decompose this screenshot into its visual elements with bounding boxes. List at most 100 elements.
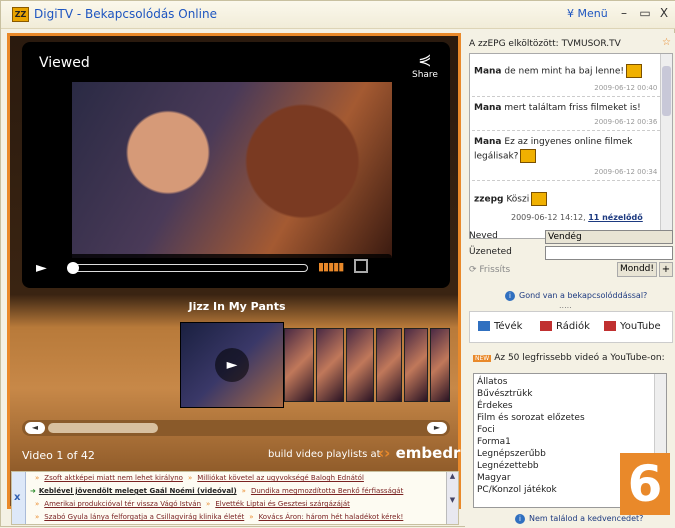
message-field[interactable]: [545, 246, 673, 260]
minimize-button[interactable]: –: [615, 4, 633, 22]
list-item[interactable]: Foci: [477, 424, 495, 436]
news-ticker: x » Zsoft aktképei miatt nem lehet király…: [11, 471, 459, 525]
thumbnail-play-icon[interactable]: ►: [215, 348, 249, 382]
carousel-scroll-thumb[interactable]: [48, 423, 158, 433]
list-item[interactable]: Legnépszerűbb: [477, 448, 546, 460]
number-badge: 6: [620, 453, 670, 515]
list-item[interactable]: Forma1: [477, 436, 511, 448]
not-found-link[interactable]: i Nem találod a kedvencedet?: [515, 514, 643, 524]
volume-icon[interactable]: ▮▮▮▮▮: [318, 260, 344, 273]
scroll-left-icon[interactable]: ◄: [25, 422, 45, 434]
carousel-thumbnail[interactable]: [284, 328, 314, 402]
embedr-mark-icon: ‹›: [378, 444, 391, 462]
help-link[interactable]: i Gond van a bekapcsolóddással?: [505, 291, 647, 301]
list-item[interactable]: PC/Konzol játékok: [477, 484, 557, 496]
chat-text: mert találtam friss filmeket is!: [504, 103, 641, 113]
news-row: » Zsoft aktképei miatt nem lehet királyno…: [35, 474, 364, 482]
news-scrollbar[interactable]: ▲ ▼: [446, 472, 458, 524]
embedr-logo[interactable]: ‹› embedr: [378, 444, 460, 462]
maximize-button[interactable]: ▭: [636, 4, 654, 22]
close-button[interactable]: X: [655, 4, 673, 22]
player-controls: ► ▮▮▮▮▮: [30, 254, 392, 282]
chat-text: de nem mint ha baj lenne!: [504, 66, 624, 77]
news-close-button[interactable]: x: [14, 492, 20, 503]
tv-icon: [478, 321, 490, 331]
video-count: Video 1 of 42: [22, 449, 95, 462]
tab-radiok[interactable]: Rádiók: [540, 321, 590, 332]
news-link[interactable]: Amerikai produkcióval tér vissza Vágó Is…: [44, 500, 201, 508]
app-logo-icon: ZZ: [12, 7, 29, 22]
news-row: » Amerikai produkcióval tér vissza Vágó I…: [35, 500, 350, 508]
play-button[interactable]: ►: [36, 259, 54, 277]
list-item[interactable]: Legnézettebb: [477, 460, 539, 472]
tab-youtube[interactable]: YouTube: [604, 321, 661, 332]
chat-user: zzepg: [474, 194, 504, 205]
chat-message: Mana de nem mint ha baj lenne!: [474, 64, 660, 79]
viewers-link[interactable]: 11 nézelődő: [588, 213, 643, 222]
new-badge: NEW: [473, 355, 492, 362]
list-item[interactable]: Érdekes: [477, 400, 513, 412]
video-player[interactable]: Viewed ⋞ Share ► ▮▮▮▮▮: [22, 42, 450, 288]
carousel-thumbnail[interactable]: [376, 328, 402, 402]
chat-panel: A zzEPG elköltözött: TVMUSOR.TV ☆ Mana d…: [465, 33, 675, 528]
news-row: ➜ Keblével jövendölt meleget Gaál Noémi (…: [30, 487, 404, 495]
fullscreen-icon[interactable]: [354, 259, 368, 273]
dots-separator: .....: [559, 301, 572, 310]
star-icon[interactable]: ☆: [662, 37, 671, 48]
carousel-thumbnail[interactable]: [430, 328, 450, 402]
viewed-badge: Viewed: [32, 52, 97, 74]
speaker-icon: [540, 321, 552, 331]
list-item[interactable]: Bűvésztrükk: [477, 388, 533, 400]
send-button[interactable]: Mondd!: [617, 262, 657, 277]
info-icon: i: [515, 514, 525, 524]
video-panel: Viewed ⋞ Share ► ▮▮▮▮▮ Jizz In My Pants: [7, 33, 461, 509]
chat-messages: Mana de nem mint ha baj lenne! 2009-06-1…: [469, 53, 673, 239]
news-link[interactable]: Szabó Gyula lánya felforgatja a Csillagv…: [44, 513, 244, 521]
refresh-button[interactable]: ⟳ Frissíts: [469, 265, 510, 275]
seek-handle[interactable]: [67, 262, 79, 274]
news-link[interactable]: Milliókat követel az ugyvokségé Balogh E…: [197, 474, 364, 482]
menu-button[interactable]: ¥ Menü: [567, 7, 608, 20]
chat-scrollbar[interactable]: [660, 54, 672, 238]
chat-header: A zzEPG elköltözött: TVMUSOR.TV: [469, 39, 621, 49]
news-link[interactable]: Elvették Liptai és Gesztesi szárgázáját: [215, 500, 350, 508]
tab-tevek[interactable]: Tévék: [478, 321, 522, 332]
carousel-thumbnail[interactable]: [316, 328, 344, 402]
carousel-thumbnail[interactable]: [346, 328, 374, 402]
message-label: Üzeneted: [469, 247, 512, 257]
youtube-icon: [604, 321, 616, 331]
embedr-text: embedr: [395, 444, 461, 462]
name-field[interactable]: Vendég: [545, 230, 673, 244]
carousel-thumbnail-current[interactable]: ►: [180, 322, 284, 408]
share-label: Share: [412, 70, 438, 80]
arrow-icon: ➜: [30, 487, 36, 495]
news-link[interactable]: Keblével jövendölt meleget Gaál Noémi (v…: [39, 487, 237, 495]
list-item[interactable]: Állatos: [477, 376, 507, 388]
list-item[interactable]: Magyar: [477, 472, 511, 484]
chat-time: 2009-06-12 00:36 n: [594, 118, 664, 126]
video-carousel: ►: [180, 322, 450, 408]
carousel-scrollbar[interactable]: ◄ ►: [22, 420, 450, 436]
share-button[interactable]: ⋞ Share: [408, 50, 442, 86]
smiley-icon: [531, 192, 548, 206]
scroll-right-icon[interactable]: ►: [427, 422, 447, 434]
media-tabs: Tévék Rádiók YouTube: [469, 311, 673, 343]
chat-user: Mana: [474, 137, 502, 147]
title-bar: ZZ DigiTV - Bekapcsolódás Online ¥ Menü …: [1, 1, 675, 29]
carousel-thumbnail[interactable]: [404, 328, 428, 402]
list-item[interactable]: Film és sorozat előzetes: [477, 412, 585, 424]
plus-button[interactable]: +: [659, 262, 673, 277]
news-link[interactable]: Zsoft aktképei miatt nem lehet királyno: [44, 474, 183, 482]
news-link[interactable]: Dundika megmozdította Benkő férfiasságát: [251, 487, 403, 495]
news-link[interactable]: Kovács Áron: három hét haladékot kérek!: [259, 513, 404, 521]
smiley-icon: [626, 64, 642, 78]
video-frame: [72, 82, 392, 258]
chat-time: 2009-06-12 00:40 n: [594, 84, 664, 92]
chat-user: Mana: [474, 103, 502, 113]
chat-time: 2009-06-12 00:34 n: [594, 168, 664, 176]
chat-scroll-thumb[interactable]: [662, 66, 671, 116]
info-icon: i: [505, 291, 515, 301]
seek-bar[interactable]: [67, 262, 308, 274]
build-playlists-text: build video playlists at: [268, 449, 381, 460]
chat-message: zzepg Köszi: [474, 192, 660, 207]
